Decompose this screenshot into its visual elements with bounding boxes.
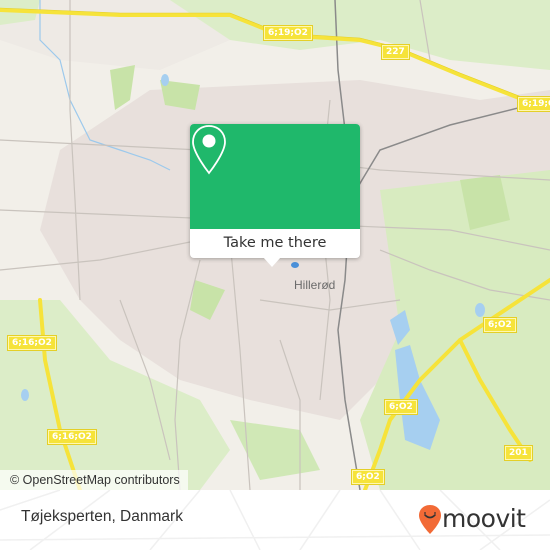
take-me-there-button[interactable]: Take me there <box>190 229 360 258</box>
road-shield: 201 <box>505 446 532 460</box>
road-shield: 6;16;O2 <box>8 336 56 350</box>
popup-header <box>190 124 360 229</box>
moovit-pin-icon <box>419 505 441 534</box>
footer-bar: Tøjeksperten, Danmark moovit <box>0 490 550 550</box>
road-shield: 6;O2 <box>484 318 516 332</box>
attribution-text: © OpenStreetMap contributors <box>10 473 180 487</box>
road-shield: 6;O2 <box>385 400 417 414</box>
location-title: Tøjeksperten, Danmark <box>21 508 183 525</box>
road-shield: 6;19;O2 <box>264 26 312 40</box>
road-shield: 227 <box>382 45 409 59</box>
road-shield: 6;16;O2 <box>48 430 96 444</box>
moovit-wordmark: moovit <box>442 504 526 533</box>
road-shield: 6;19;O2 <box>518 97 550 111</box>
map-view[interactable]: 6;19;O2 227 6;19;O2 6;16;O2 6;16;O2 6;O2… <box>0 0 550 490</box>
road-shield: 6;O2 <box>352 470 384 484</box>
place-label-hillerod: Hillerød <box>294 278 336 292</box>
location-pin-icon <box>192 125 226 175</box>
location-popup: Take me there <box>190 124 360 258</box>
popup-pointer <box>263 257 281 267</box>
map-attribution[interactable]: © OpenStreetMap contributors <box>0 470 188 490</box>
